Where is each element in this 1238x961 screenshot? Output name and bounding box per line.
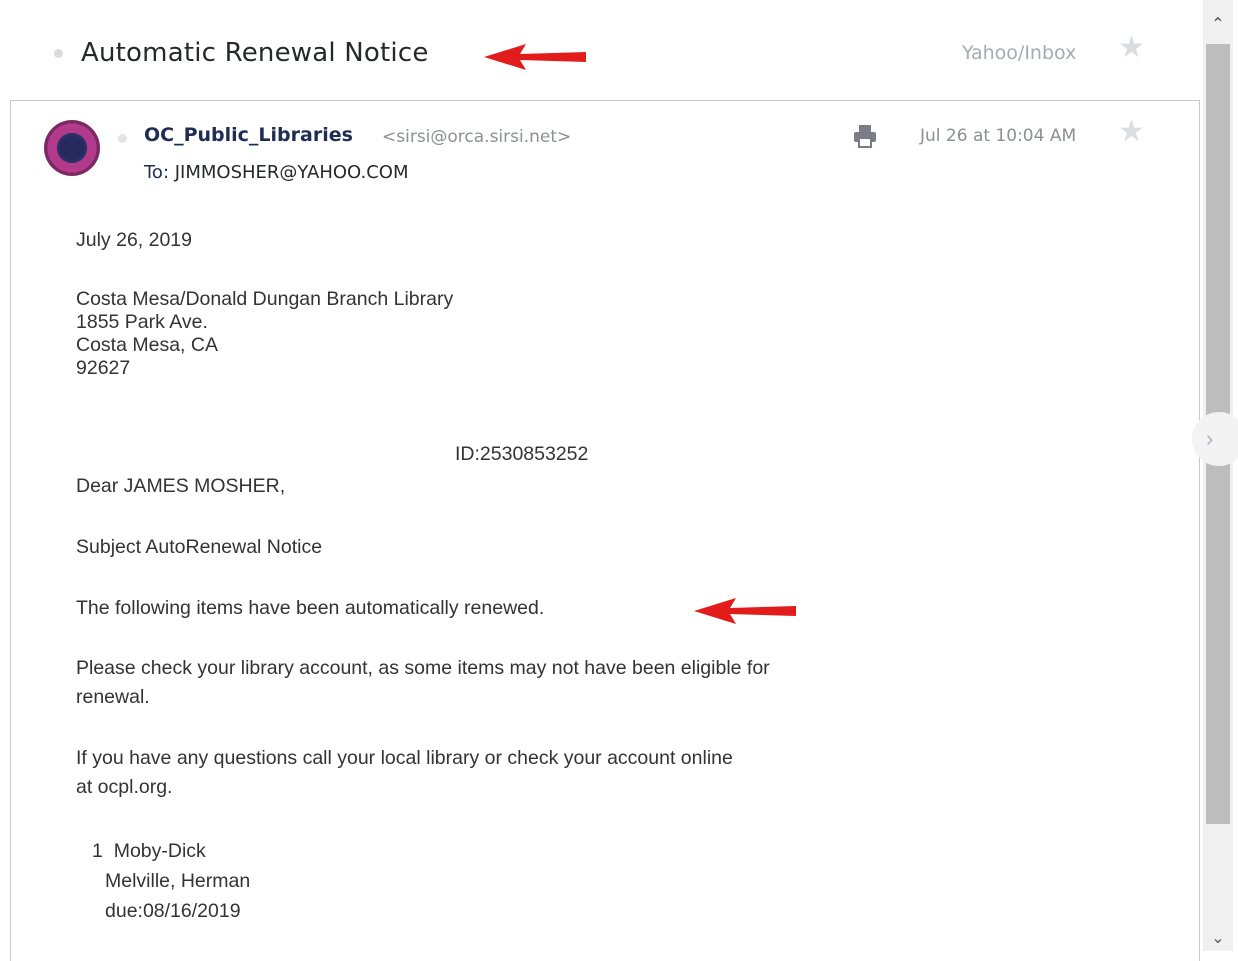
- folder-label[interactable]: Yahoo/Inbox: [962, 42, 1076, 64]
- address-line: 92627: [76, 357, 131, 379]
- sender-status-dot: [118, 134, 127, 143]
- item-number: 1: [92, 840, 103, 862]
- letter-date: July 26, 2019: [76, 229, 193, 251]
- questions-line: If you have any questions call your loca…: [76, 747, 733, 769]
- star-icon[interactable]: ★: [1118, 33, 1145, 63]
- subject-header: Automatic Renewal Notice Yahoo/Inbox: [10, 0, 1200, 101]
- item-title-row: 1 Moby-Dick: [92, 840, 206, 863]
- sender-avatar: [44, 120, 100, 176]
- read-status-dot[interactable]: [54, 49, 63, 58]
- item-author: Melville, Herman: [105, 870, 251, 892]
- renewed-line: The following items have been automatica…: [76, 597, 545, 619]
- printer-icon[interactable]: [852, 123, 878, 149]
- greeting: Dear JAMES MOSHER,: [76, 475, 286, 497]
- check-account-line: Please check your library account, as so…: [76, 657, 770, 679]
- address-line: Costa Mesa/Donald Dungan Branch Library: [76, 288, 454, 310]
- chevron-down-icon[interactable]: ⌄: [1203, 928, 1233, 958]
- subject-line: Subject AutoRenewal Notice: [76, 536, 323, 558]
- patron-id: ID:2530853252: [455, 443, 589, 465]
- message-date: Jul 26 at 10:04 AM: [920, 126, 1077, 146]
- annotation-arrow-renewed: [694, 598, 796, 624]
- email-subject: Automatic Renewal Notice: [81, 38, 429, 68]
- item-title: Moby-Dick: [113, 840, 206, 862]
- check-account-line: renewal.: [76, 686, 150, 708]
- sender-email[interactable]: <sirsi@orca.sirsi.net>: [382, 127, 571, 147]
- recipient-row: To: JIMMOSHER@YAHOO.COM: [144, 162, 408, 183]
- address-line: Costa Mesa, CA: [76, 334, 218, 356]
- address-line: 1855 Park Ave.: [76, 311, 208, 333]
- recipient-email[interactable]: JIMMOSHER@YAHOO.COM: [175, 162, 409, 183]
- star-icon[interactable]: ★: [1118, 117, 1145, 147]
- to-label: To:: [144, 162, 170, 183]
- next-message-button[interactable]: ›: [1192, 412, 1238, 466]
- annotation-arrow-subject: [484, 44, 586, 70]
- questions-line: at ocpl.org.: [76, 776, 173, 798]
- chevron-right-icon: ›: [1206, 426, 1214, 451]
- item-due-date: due:08/16/2019: [105, 900, 241, 922]
- chevron-up-icon[interactable]: ⌃: [1203, 14, 1233, 44]
- sender-name[interactable]: OC_Public_Libraries: [144, 124, 353, 146]
